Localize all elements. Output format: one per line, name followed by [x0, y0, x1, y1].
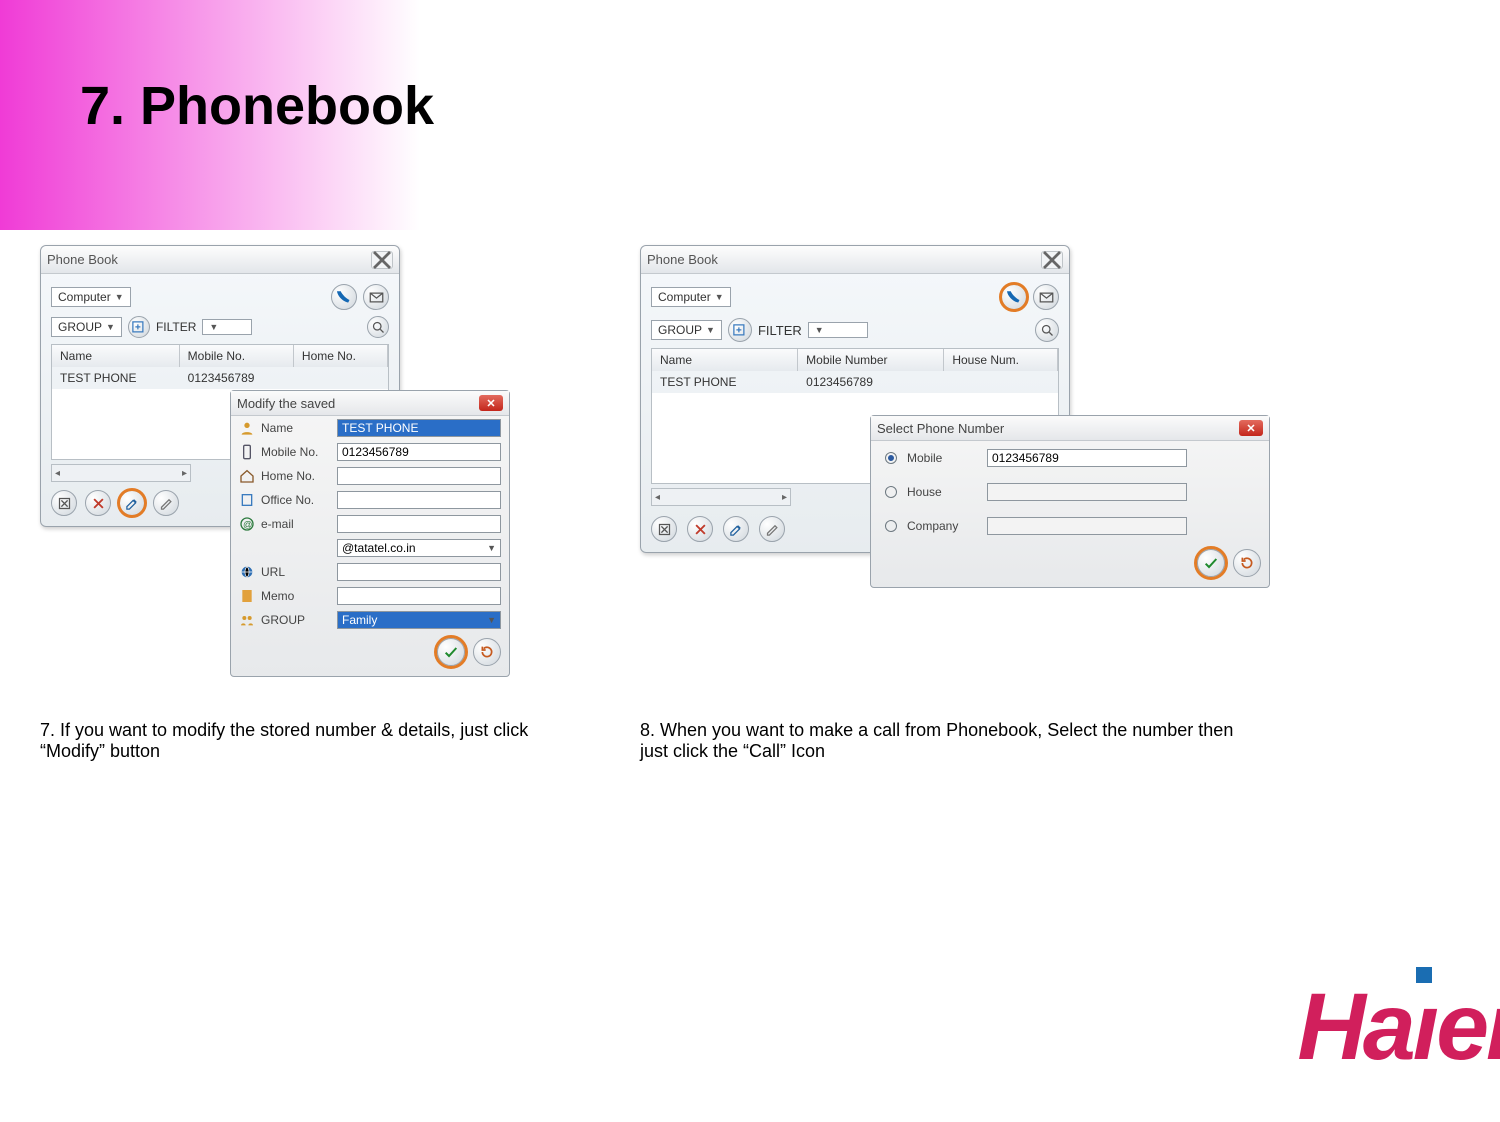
email-domain-select[interactable]: @tatatel.co.in: [337, 539, 501, 557]
win-title: Phone Book: [47, 252, 118, 267]
row-name: TEST PHONE: [52, 367, 180, 389]
win-close-button[interactable]: [371, 251, 393, 269]
email-icon: @: [239, 516, 255, 532]
caption-left: 7. If you want to modify the stored numb…: [40, 720, 590, 762]
source-select-value: Computer: [658, 290, 711, 304]
reset-icon[interactable]: [1233, 549, 1261, 577]
mobile-input[interactable]: 0123456789: [337, 443, 501, 461]
h-scrollbar[interactable]: ◂▸: [651, 488, 791, 506]
new-icon[interactable]: [153, 490, 179, 516]
home-icon: [239, 468, 255, 484]
row-home: [294, 367, 388, 389]
caption-right: 8. When you want to make a call from Pho…: [640, 720, 1240, 762]
new-icon[interactable]: [759, 516, 785, 542]
office-icon: [239, 492, 255, 508]
add-contact-icon[interactable]: [728, 318, 752, 342]
group-select[interactable]: GROUP: [651, 320, 722, 340]
home-label: Home No.: [261, 469, 331, 483]
confirm-icon[interactable]: [437, 638, 465, 666]
name-input[interactable]: TEST PHONE: [337, 419, 501, 437]
message-icon[interactable]: [1033, 284, 1059, 310]
select-phone-dialog: Select Phone Number ✕ Mobile 0123456789 …: [870, 415, 1270, 588]
radio-company-label: Company: [907, 519, 977, 533]
delete-icon[interactable]: [687, 516, 713, 542]
delete-icon[interactable]: [85, 490, 111, 516]
group-select-field[interactable]: Family: [337, 611, 501, 629]
call-icon[interactable]: [331, 284, 357, 310]
office-label: Office No.: [261, 493, 331, 507]
search-icon[interactable]: [367, 316, 389, 338]
url-label: URL: [261, 565, 331, 579]
email-label: e-mail: [261, 517, 331, 531]
group-select-label: GROUP: [658, 323, 702, 337]
radio-mobile-label: Mobile: [907, 451, 977, 465]
col-mobile[interactable]: Mobile Number: [798, 349, 944, 371]
person-icon: [239, 420, 255, 436]
modify-icon[interactable]: [723, 516, 749, 542]
group-label-field: GROUP: [261, 613, 331, 627]
filter-label: FILTER: [156, 320, 196, 334]
row-mobile: 0123456789: [798, 371, 944, 393]
delete-all-icon[interactable]: [51, 490, 77, 516]
reset-icon[interactable]: [473, 638, 501, 666]
modify-icon[interactable]: [119, 490, 145, 516]
col-name[interactable]: Name: [52, 345, 180, 367]
table-row[interactable]: TEST PHONE 0123456789: [652, 371, 1058, 393]
source-select[interactable]: Computer: [651, 287, 731, 307]
url-input[interactable]: [337, 563, 501, 581]
group-select-label: GROUP: [58, 320, 102, 334]
memo-input[interactable]: [337, 587, 501, 605]
mobile-icon: [239, 444, 255, 460]
filter-select[interactable]: [202, 319, 252, 335]
home-input[interactable]: [337, 467, 501, 485]
mobile-label: Mobile No.: [261, 445, 331, 459]
col-house[interactable]: House Num.: [944, 349, 1058, 371]
radio-house[interactable]: [885, 486, 897, 498]
col-mobile[interactable]: Mobile No.: [180, 345, 294, 367]
confirm-icon[interactable]: [1197, 549, 1225, 577]
email-input[interactable]: [337, 515, 501, 533]
filter-label: FILTER: [758, 323, 802, 338]
row-mobile: 0123456789: [180, 367, 294, 389]
page-title: 7. Phonebook: [80, 75, 434, 137]
url-icon: [239, 564, 255, 580]
filter-select[interactable]: [808, 322, 868, 338]
col-home[interactable]: Home No.: [294, 345, 388, 367]
radio-house-label: House: [907, 485, 977, 499]
name-label: Name: [261, 421, 331, 435]
memo-label: Memo: [261, 589, 331, 603]
svg-text:@: @: [243, 519, 252, 529]
delete-all-icon[interactable]: [651, 516, 677, 542]
row-house: [944, 371, 1058, 393]
house-number-field: [987, 483, 1187, 501]
modify-dialog-title: Modify the saved: [237, 396, 335, 411]
office-input[interactable]: [337, 491, 501, 509]
source-select-value: Computer: [58, 290, 111, 304]
radio-mobile[interactable]: [885, 452, 897, 464]
radio-company[interactable]: [885, 520, 897, 532]
source-select[interactable]: Computer: [51, 287, 131, 307]
memo-icon: [239, 588, 255, 604]
add-contact-icon[interactable]: [128, 316, 150, 338]
modify-dialog: Modify the saved ✕ Name TEST PHONE Mobil…: [230, 390, 510, 677]
right-column: Phone Book Computer: [640, 245, 1320, 553]
group-icon: [239, 612, 255, 628]
dialog-close-icon[interactable]: ✕: [479, 395, 503, 411]
left-column: Phone Book Computer: [40, 245, 600, 527]
table-row[interactable]: TEST PHONE 0123456789: [52, 367, 388, 389]
win-close-button[interactable]: [1041, 251, 1063, 269]
group-select[interactable]: GROUP: [51, 317, 122, 337]
dialog-close-icon[interactable]: ✕: [1239, 420, 1263, 436]
company-number-field: [987, 517, 1187, 535]
haier-logo: Haıer: [1297, 973, 1500, 1082]
mobile-number-field[interactable]: 0123456789: [987, 449, 1187, 467]
col-name[interactable]: Name: [652, 349, 798, 371]
row-name: TEST PHONE: [652, 371, 798, 393]
search-icon[interactable]: [1035, 318, 1059, 342]
select-phone-title: Select Phone Number: [877, 421, 1004, 436]
h-scrollbar[interactable]: ◂▸: [51, 464, 191, 482]
win-title: Phone Book: [647, 252, 718, 267]
call-icon[interactable]: [1001, 284, 1027, 310]
message-icon[interactable]: [363, 284, 389, 310]
